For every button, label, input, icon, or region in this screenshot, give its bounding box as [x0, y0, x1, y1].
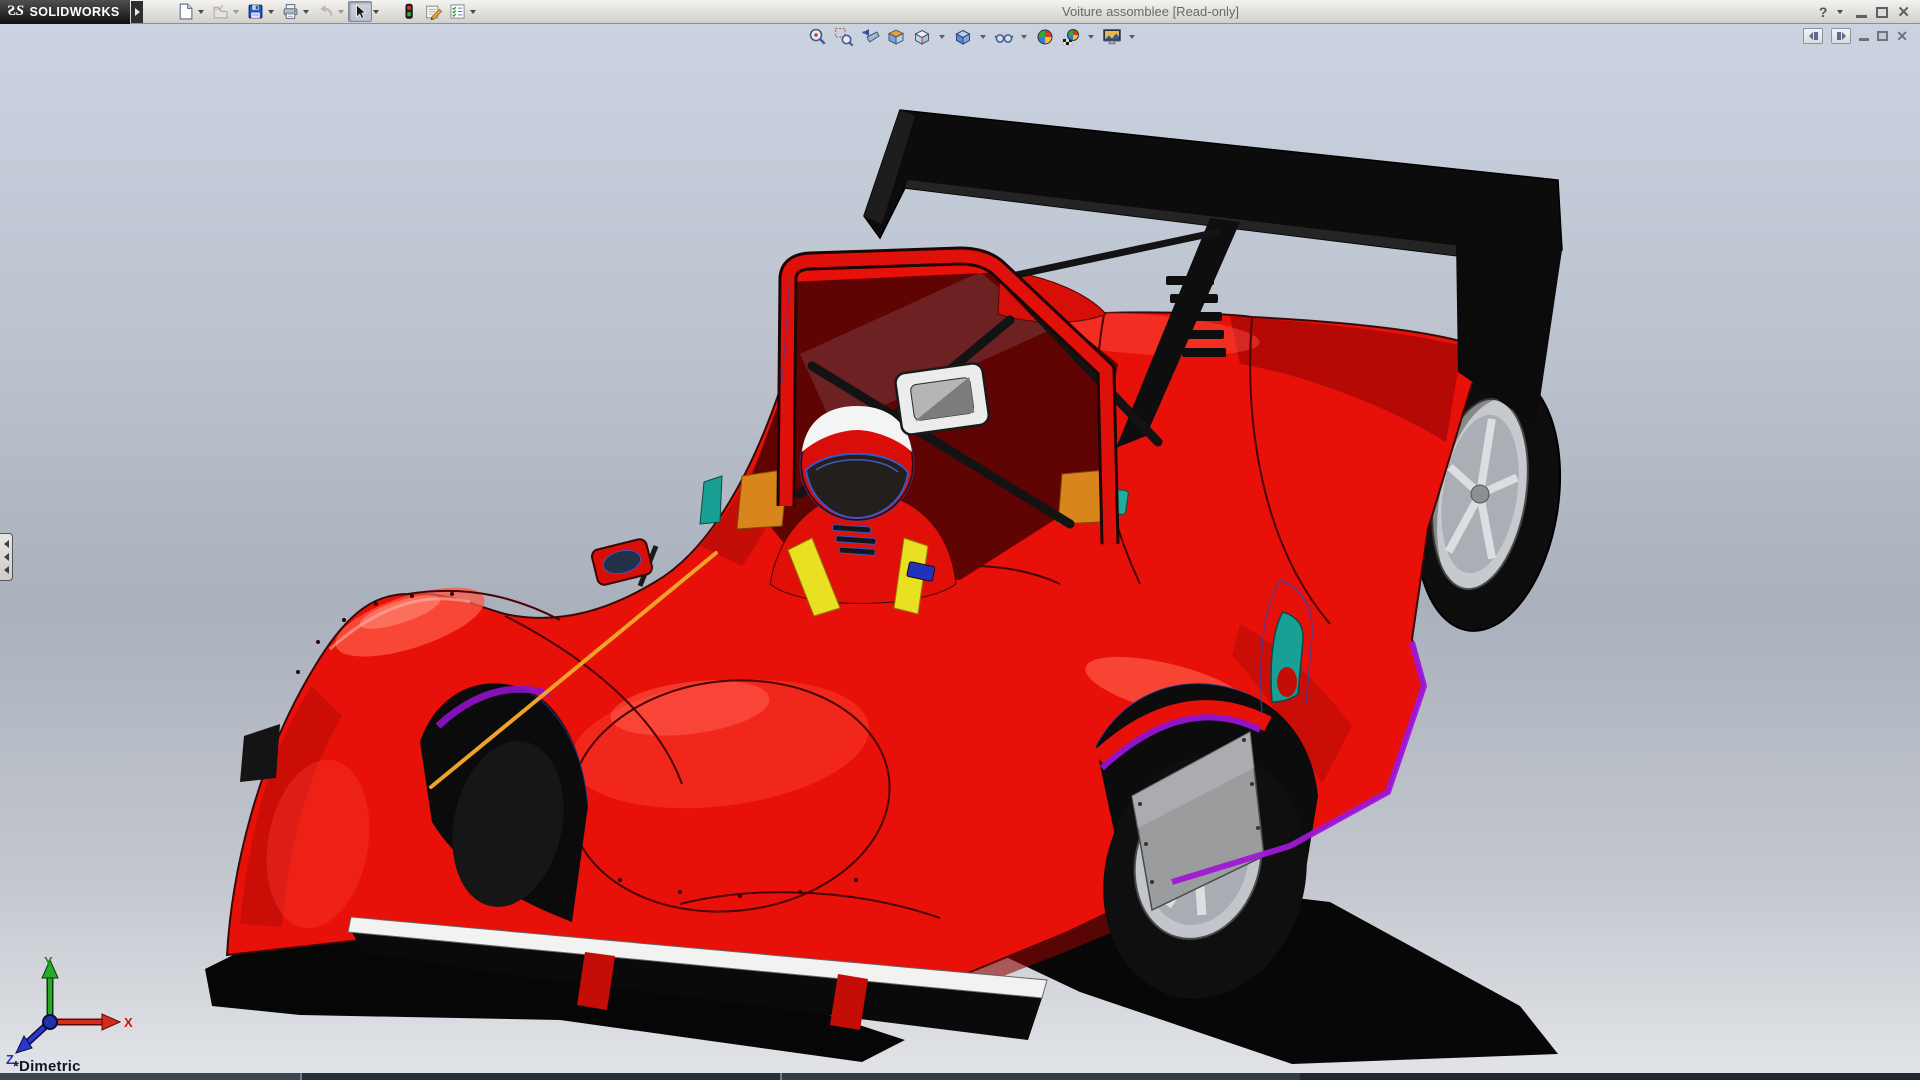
graphics-viewport[interactable]: ✕ Y X Z *Dimetric	[0, 24, 1920, 1080]
view-settings-button[interactable]	[1100, 26, 1123, 48]
zoom-to-area-button[interactable]	[832, 26, 855, 48]
minimize-button[interactable]	[1856, 15, 1867, 18]
edit-appearance-button[interactable]	[1033, 26, 1056, 48]
zoom-to-fit-button[interactable]	[806, 26, 829, 48]
menu-expand-button[interactable]	[131, 1, 143, 23]
section-view-icon	[886, 27, 906, 47]
collapse-right-pane-button[interactable]	[1831, 28, 1851, 44]
chevron-left-icon	[4, 566, 9, 574]
center-mirror-housing[interactable]	[894, 362, 990, 436]
chevron-right-icon	[135, 8, 140, 16]
main-toolbar	[173, 1, 480, 22]
hide-show-items-icon	[994, 27, 1014, 47]
apply-scene-icon	[1061, 27, 1081, 47]
notepad-pencil-button[interactable]	[421, 1, 445, 22]
new-document-dropdown[interactable]	[198, 10, 204, 14]
display-style-icon	[953, 27, 973, 47]
display-style-dropdown[interactable]	[980, 35, 986, 39]
view-orientation-dropdown[interactable]	[939, 35, 945, 39]
hide-show-items-button[interactable]	[992, 26, 1015, 48]
traffic-light-icon	[401, 3, 417, 20]
view-settings-dropdown[interactable]	[1129, 35, 1135, 39]
zoom-to-area-icon	[834, 27, 854, 47]
undo-dropdown[interactable]	[338, 10, 344, 14]
notepad-pencil-icon	[425, 3, 442, 20]
window-controls: ? ✕	[1819, 0, 1910, 24]
zoom-to-fit-icon	[808, 27, 828, 47]
triad-y-label: Y	[44, 954, 53, 969]
display-style-button[interactable]	[951, 26, 974, 48]
print-dropdown[interactable]	[303, 10, 309, 14]
new-document-button[interactable]	[173, 1, 197, 22]
previous-view-icon	[860, 27, 880, 47]
solidworks-logo-mark: SS	[7, 3, 25, 20]
heads-up-view-toolbar	[806, 26, 1138, 48]
view-orientation-icon	[912, 27, 932, 47]
hide-show-items-dropdown[interactable]	[1021, 35, 1027, 39]
collapse-left-pane-button[interactable]	[1803, 28, 1823, 44]
chevron-left-icon	[1809, 32, 1813, 40]
document-window-controls: ✕	[1803, 28, 1908, 44]
chevron-left-icon	[4, 553, 9, 561]
solidworks-logo: SS SOLIDWORKS	[0, 0, 130, 24]
print-button[interactable]	[278, 1, 302, 22]
open-icon	[212, 3, 229, 20]
titlebar: SS SOLIDWORKS	[0, 0, 1920, 24]
close-button[interactable]: ✕	[1897, 5, 1910, 20]
help-dropdown[interactable]	[1837, 10, 1843, 14]
side-window-teal-left	[700, 476, 722, 524]
traffic-light-button[interactable]	[397, 1, 421, 22]
help-button[interactable]: ?	[1819, 4, 1828, 20]
checklist-button[interactable]	[445, 1, 469, 22]
select-cursor-icon	[352, 4, 368, 20]
open-button[interactable]	[208, 1, 232, 22]
checklist-dropdown[interactable]	[470, 10, 476, 14]
document-restore-button[interactable]	[1877, 31, 1888, 41]
nose-vent	[240, 724, 280, 782]
previous-view-button[interactable]	[858, 26, 881, 48]
orientation-triad: Y X Z	[4, 952, 154, 1072]
document-minimize-button[interactable]	[1859, 38, 1869, 41]
apply-scene-button[interactable]	[1059, 26, 1082, 48]
print-icon	[282, 3, 299, 20]
race-car-model[interactable]	[0, 24, 1920, 1080]
document-close-button[interactable]: ✕	[1896, 29, 1908, 43]
restore-button[interactable]	[1876, 7, 1888, 18]
solidworks-window: SS SOLIDWORKS	[0, 0, 1920, 1080]
undo-icon	[317, 3, 334, 20]
apply-scene-dropdown[interactable]	[1088, 35, 1094, 39]
undo-button[interactable]	[313, 1, 337, 22]
chevron-right-icon	[1842, 32, 1846, 40]
pane-bar-icon	[1814, 32, 1818, 40]
solidworks-logo-text: SOLIDWORKS	[30, 5, 120, 19]
bottom-edge-strip	[0, 1073, 1920, 1080]
view-orientation-button[interactable]	[910, 26, 933, 48]
select-cursor-button[interactable]	[348, 1, 372, 22]
chevron-left-icon	[4, 540, 9, 548]
document-title: Voiture assomblee [Read-only]	[1062, 4, 1239, 19]
open-dropdown[interactable]	[233, 10, 239, 14]
edit-appearance-icon	[1035, 27, 1055, 47]
collapsed-feature-tree-tab[interactable]	[0, 533, 13, 581]
select-cursor-dropdown[interactable]	[373, 10, 379, 14]
pane-bar-icon	[1837, 32, 1841, 40]
save-button[interactable]	[243, 1, 267, 22]
save-icon	[247, 3, 264, 20]
left-mirror[interactable]	[590, 538, 656, 586]
save-dropdown[interactable]	[268, 10, 274, 14]
section-view-button[interactable]	[884, 26, 907, 48]
view-settings-icon	[1102, 27, 1122, 47]
checklist-icon	[449, 3, 466, 20]
triad-x-label: X	[124, 1015, 133, 1030]
new-document-icon	[177, 3, 194, 20]
